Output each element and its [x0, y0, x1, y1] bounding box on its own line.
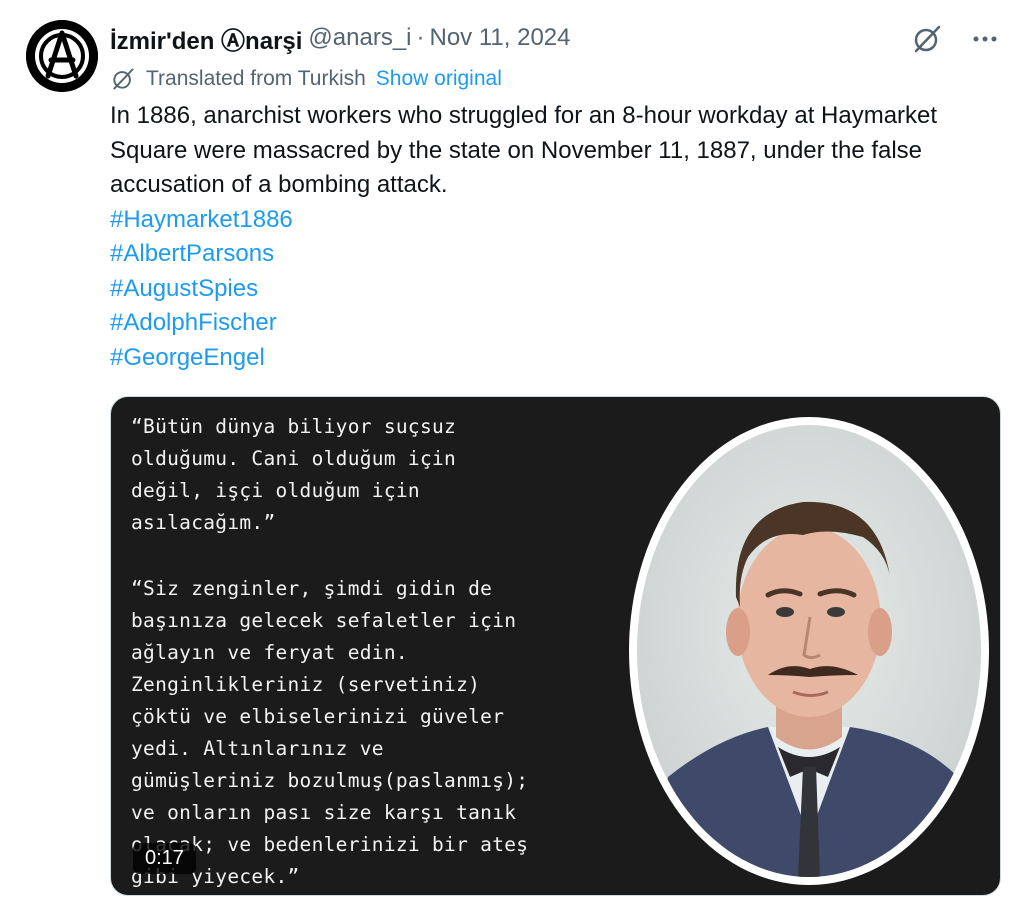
hashtag-link[interactable]: #Haymarket1886	[110, 203, 1000, 238]
tweet-actions	[910, 22, 1002, 56]
translation-notice: Translated from Turkish Show original	[110, 64, 502, 94]
video-timestamp: 0:17	[133, 843, 196, 874]
video-player[interactable]: “Bütün dünya biliyor suçsuz olduğumu. Ca…	[110, 396, 1001, 896]
hashtag-link[interactable]: #AdolphFischer	[110, 306, 1000, 341]
show-original-link[interactable]: Show original	[376, 67, 502, 91]
grok-icon	[914, 25, 941, 53]
tweet-body: In 1886, anarchist workers who struggled…	[110, 102, 938, 198]
translated-label: Translated from Turkish	[146, 67, 366, 90]
separator-dot: ·	[416, 24, 425, 51]
quote-text-1: “Bütün dünya biliyor suçsuz olduğumu. Ca…	[131, 415, 457, 534]
more-button[interactable]	[968, 22, 1002, 56]
tweet-text: In 1886, anarchist workers who struggled…	[110, 99, 1000, 375]
hashtag-link[interactable]: #AugustSpies	[110, 272, 1000, 307]
author-handle[interactable]: @anars_i	[308, 24, 411, 52]
translate-icon	[110, 65, 138, 93]
hashtag-link[interactable]: #AlbertParsons	[110, 237, 1000, 272]
more-icon	[973, 36, 997, 42]
tweet-date[interactable]: Nov 11, 2024	[430, 24, 571, 52]
tweet-header: İzmir'den Ⓐnarşi @anars_i · Nov 11, 2024	[110, 21, 571, 56]
grok-button[interactable]	[910, 22, 944, 56]
hashtag-link[interactable]: #GeorgeEngel	[110, 341, 1000, 376]
portrait-image	[628, 417, 990, 885]
author-name[interactable]: İzmir'den Ⓐnarşi	[110, 21, 302, 56]
avatar[interactable]	[26, 20, 98, 92]
anarchy-logo-icon	[26, 20, 98, 92]
